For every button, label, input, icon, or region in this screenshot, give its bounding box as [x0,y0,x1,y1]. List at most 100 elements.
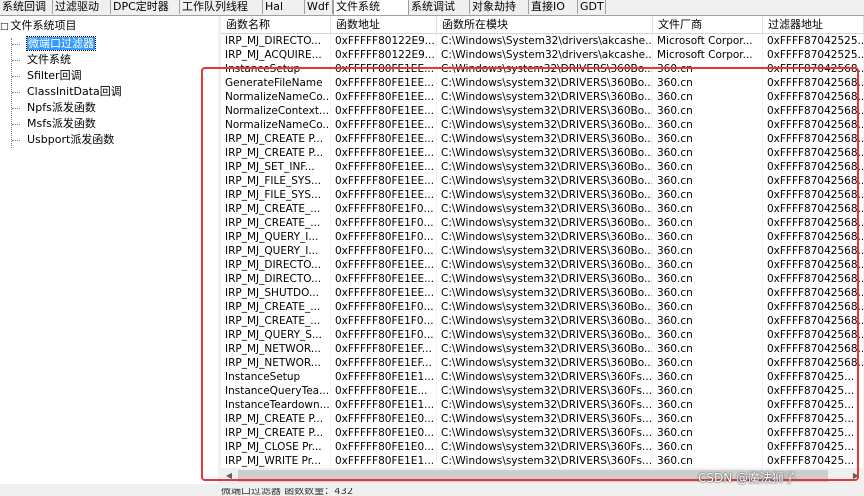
table-row[interactable]: IRP_MJ_QUERY_I... 0xFFFFF80FE1F0... C:\Win… [221,230,864,244]
tree-root[interactable]: □ 文件系统项目 [0,18,77,34]
table-cell: IRP_MJ_CREATE P... [221,426,331,440]
expander-icon[interactable]: □ [0,22,9,32]
table-cell: 360.cn [653,370,763,384]
table-cell: 360.cn [653,342,763,356]
table-cell: 360.cn [653,258,763,272]
tree-item-2[interactable]: Sfilter回调 [27,68,82,84]
table-cell: 0xFFFF87042568... [763,300,864,314]
table-cell: 0xFFFF87042568... [763,356,864,370]
table-row[interactable]: IRP_MJ_CLOSE Pr... 0xFFFFF80FE1E0... C:\Wi… [221,440,864,454]
scroll-right-icon[interactable]: ▶ [848,468,864,484]
tab-2[interactable]: DPC定时器 [111,0,180,14]
table-cell: 360.cn [653,454,763,468]
table-cell: C:\Windows\system32\DRIVERS\360Bo... [437,314,653,328]
table-row[interactable]: InstanceSetup 0xFFFFF80FE1EE... C:\Windows… [221,62,864,76]
tree-item-5[interactable]: Msfs派发函数 [27,116,96,132]
table-row[interactable]: IRP_MJ_NETWOR... 0xFFFFF80FE1EF... C:\Wind… [221,356,864,370]
tab-9[interactable]: 直接IO [529,0,578,14]
tab-1[interactable]: 过滤驱动 [53,0,111,14]
table-cell: 0xFFFF87042568... [763,146,864,160]
table-cell: 360.cn [653,216,763,230]
table-cell: 0xFFFFF80FE1F0... [331,314,437,328]
table-cell: IRP_MJ_QUERY_S... [221,328,331,342]
column-header-3[interactable]: 文件厂商 [653,16,763,33]
table-row[interactable]: IRP_MJ_QUERY_I... 0xFFFFF80FE1F0... C:\Win… [221,244,864,258]
table-cell: 360.cn [653,62,763,76]
table-row[interactable]: NormalizeNameCo... 0xFFFFF80FE1EE... C:\Wi… [221,90,864,104]
table-row[interactable]: NormalizeNameCo... 0xFFFFF80FE1EE... C:\Wi… [221,118,864,132]
tree-item-6[interactable]: Usbport派发函数 [27,132,114,148]
tree-item-3[interactable]: ClassInitData回调 [27,84,122,100]
table-row[interactable]: IRP_MJ_CREATE_... 0xFFFFF80FE1F0... C:\Win… [221,202,864,216]
table-cell: InstanceSetup [221,370,331,384]
table-cell: 0xFFFFF80122E9... [331,34,437,48]
tab-5[interactable]: Wdf [305,0,333,14]
tree-item-1[interactable]: 文件系统 [27,52,71,68]
tree-item-0[interactable]: 微端口过滤器 [26,36,96,52]
table-row[interactable]: IRP_MJ_CREATE P... 0xFFFFF80FE1EE... C:\Wi… [221,132,864,146]
table-row[interactable]: IRP_MJ_CREATE P... 0xFFFFF80FE1E0... C:\Wi… [221,412,864,426]
column-header-4[interactable]: 过滤器地址 [763,16,864,33]
table-row[interactable]: GenerateFileName 0xFFFFF80FE1EE... C:\Wind… [221,76,864,90]
table-cell: 0xFFFFF80FE1EE... [331,62,437,76]
table-cell: 0xFFFF87042568... [763,132,864,146]
table-row[interactable]: InstanceTeardown... 0xFFFFF80FE1E1... C:\W… [221,398,864,412]
table-row[interactable]: IRP_MJ_SET_INF... 0xFFFFF80FE1EE... C:\Win… [221,160,864,174]
table-cell: C:\Windows\System32\drivers\akcashe... [437,48,653,62]
table-cell: IRP_MJ_CREATE_... [221,300,331,314]
tab-8[interactable]: 对象劫持 [470,0,529,14]
table-cell: 0xFFFFF80FE1EE... [331,258,437,272]
tab-6[interactable]: 文件系统 [333,0,409,15]
table-row[interactable]: IRP_MJ_DIRECTO... 0xFFFFF80FE1EE... C:\Win… [221,258,864,272]
tab-0[interactable]: 系统回调 [0,0,53,14]
tab-10[interactable]: GDT [578,0,606,14]
table-cell: C:\Windows\system32\DRIVERS\360Bo... [437,230,653,244]
table-row[interactable]: InstanceQueryTea... 0xFFFFF80FE1E... C:\Wi… [221,384,864,398]
table-cell: 0xFFFFF80FE1EE... [331,174,437,188]
table-cell: 360.cn [653,356,763,370]
table-row[interactable]: IRP_MJ_CREATE_... 0xFFFFF80FE1F0... C:\Win… [221,314,864,328]
tab-3[interactable]: 工作队列线程 [180,0,263,14]
table-row[interactable]: IRP_MJ_DIRECTO... 0xFFFFF80122E9... C:\Win… [221,34,864,48]
table-cell: 360.cn [653,286,763,300]
column-header-0[interactable]: 函数名称 [221,16,331,33]
column-header-2[interactable]: 函数所在模块 [437,16,653,33]
table-cell: 0xFFFFF80FE1EE... [331,132,437,146]
tree-item-label: 文件系统 [27,53,71,66]
table-row[interactable]: IRP_MJ_SHUTDO... 0xFFFFF80FE1EE... C:\Wind… [221,286,864,300]
table-cell: 0xFFFFF80FE1EF... [331,356,437,370]
tab-7[interactable]: 系统调试 [409,0,470,14]
table-cell: C:\Windows\system32\DRIVERS\360Bo... [437,188,653,202]
table-row[interactable]: IRP_MJ_FILE_SYS... 0xFFFFF80FE1EE... C:\Wi… [221,174,864,188]
tree-branch-line [12,44,20,45]
tab-4[interactable]: Hal [263,0,305,14]
table-cell: 0xFFFF87042568... [763,174,864,188]
table-row[interactable]: IRP_MJ_CREATE_... 0xFFFFF80FE1F0... C:\Win… [221,216,864,230]
table-cell: NormalizeContext... [221,104,331,118]
table-cell: 0xFFFF87042568... [763,90,864,104]
table-cell: 0xFFFFF80FE1EE... [331,188,437,202]
table-row[interactable]: IRP_MJ_ACQUIRE... 0xFFFFF80122E9... C:\Win… [221,48,864,62]
column-header-1[interactable]: 函数地址 [331,16,437,33]
table-row[interactable]: InstanceSetup 0xFFFFF80FE1E1... C:\Windows… [221,370,864,384]
table-cell: 0xFFFFF80FE1F0... [331,328,437,342]
table-row[interactable]: IRP_MJ_QUERY_S... 0xFFFFF80FE1F0... C:\Win… [221,328,864,342]
table-row[interactable]: IRP_MJ_WRITE Pr... 0xFFFFF80FE1E1... C:\Wi… [221,454,864,468]
table-row[interactable]: IRP_MJ_CREATE P... 0xFFFFF80FE1E0... C:\Wi… [221,426,864,440]
table-cell: IRP_MJ_SET_INF... [221,160,331,174]
table-cell: 0xFFFF870425... [763,454,864,468]
table-cell: C:\Windows\system32\DRIVERS\360Fs... [437,440,653,454]
table-row[interactable]: NormalizeContext... 0xFFFFF80FE1EE... C:\W… [221,104,864,118]
table-row[interactable]: IRP_MJ_DIRECTO... 0xFFFFF80FE1EE... C:\Win… [221,272,864,286]
scroll-left-icon[interactable]: ◀ [221,468,237,484]
table-row[interactable]: IRP_MJ_CREATE P... 0xFFFFF80FE1EE... C:\Wi… [221,146,864,160]
table-cell: C:\Windows\system32\DRIVERS\360Bo... [437,286,653,300]
table-cell: 0xFFFF87042568... [763,202,864,216]
table-cell: 0xFFFFF80FE1E1... [331,454,437,468]
tree-item-4[interactable]: Npfs派发函数 [27,100,96,116]
table-row[interactable]: IRP_MJ_CREATE_... 0xFFFFF80FE1F0... C:\Win… [221,300,864,314]
table-row[interactable]: IRP_MJ_NETWOR... 0xFFFFF80FE1EF... C:\Wind… [221,342,864,356]
table-cell: 0xFFFFF80122E9... [331,48,437,62]
table-cell: 360.cn [653,132,763,146]
table-row[interactable]: IRP_MJ_FILE_SYS... 0xFFFFF80FE1EE... C:\Wi… [221,188,864,202]
